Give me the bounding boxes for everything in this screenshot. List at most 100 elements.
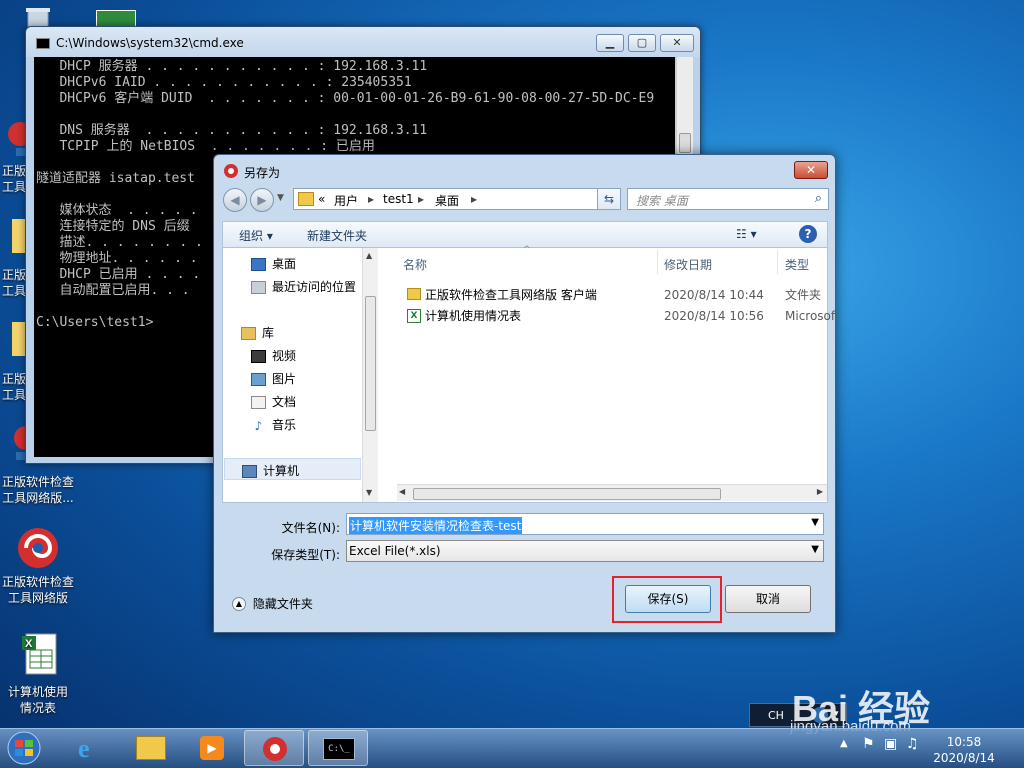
- baidu-watermark: Bai 经验 jingyan.baidu.com: [772, 660, 972, 735]
- desktop-icon-label: 正版软件检查工具网络版...: [1, 475, 74, 505]
- nav-item-documents[interactable]: 文档: [251, 393, 296, 410]
- start-button[interactable]: [4, 730, 44, 766]
- column-header-date[interactable]: 修改日期: [664, 256, 712, 273]
- breadcrumb-desktop[interactable]: 桌面: [435, 192, 459, 209]
- cmd-title: C:\Windows\system32\cmd.exe: [56, 36, 244, 50]
- filetype-select[interactable]: Excel File(*.xls) ▼: [346, 540, 824, 562]
- file-row[interactable]: X 计算机使用情况表 2020/8/14 10:56 Microsof: [407, 307, 835, 325]
- cancel-button[interactable]: 取消: [725, 585, 811, 613]
- column-header-type[interactable]: 类型: [785, 256, 809, 273]
- close-button[interactable]: ✕: [660, 34, 694, 52]
- folder-icon: [136, 736, 166, 760]
- nav-item-videos[interactable]: 视频: [251, 347, 296, 364]
- breadcrumb-test1[interactable]: test1: [383, 192, 414, 206]
- column-divider[interactable]: [777, 250, 778, 274]
- system-tray: ▲ ⚑ ▣ ♫: [840, 736, 930, 760]
- clock-date: 2020/8/14: [933, 751, 995, 765]
- help-icon[interactable]: ?: [799, 225, 817, 243]
- desktop-icon-checker[interactable]: 正版软件检查工具网络版: [1, 526, 75, 606]
- dialog-titlebar[interactable]: 另存为 ✕: [214, 155, 835, 185]
- chevron-down-icon[interactable]: ▼: [811, 517, 819, 528]
- action-center-flag-icon[interactable]: ⚑: [862, 736, 875, 752]
- file-list[interactable]: 名称 修改日期 类型 ^ 正版软件检查工具网络版 客户端 2020/8/14 1…: [387, 245, 835, 502]
- nav-item-music[interactable]: ♪ 音乐: [251, 416, 296, 433]
- new-folder-button[interactable]: 新建文件夹: [307, 227, 367, 244]
- nav-item-recent[interactable]: 最近访问的位置: [251, 278, 356, 295]
- console-line: DNS 服务器 . . . . . . . . . . . : 192.168.…: [36, 123, 428, 138]
- history-dropdown-icon[interactable]: ▼: [277, 193, 284, 203]
- nav-label: 计算机: [263, 464, 300, 478]
- desktop-icon-excel[interactable]: X 计算机使用情况表: [1, 630, 75, 716]
- file-type: Microsof: [785, 309, 836, 323]
- nav-label: 最近访问的位置: [272, 280, 357, 294]
- file-name: 计算机使用情况表: [425, 309, 522, 323]
- command-bar: 组织 ▾ 新建文件夹 ☷ ▾ ?: [222, 221, 828, 247]
- show-hidden-icons-icon[interactable]: ▲: [840, 738, 848, 749]
- browser-pane: 桌面 最近访问的位置 库 视频 图片 文档 ♪ 音乐 计算机 ▲ ▼ 名称 修改…: [222, 245, 835, 503]
- file-list-hscrollbar[interactable]: ◀ ▶: [397, 484, 827, 501]
- taskbar-ie-button[interactable]: e: [62, 730, 122, 766]
- scrollbar-thumb[interactable]: [679, 133, 691, 153]
- volume-icon[interactable]: ♫: [906, 736, 919, 752]
- back-button[interactable]: ◀: [223, 188, 247, 212]
- filename-value: 计算机软件安装情况检查表-test: [349, 517, 523, 534]
- console-line: DHCP 服务器 . . . . . . . . . . . : 192.168…: [36, 59, 428, 74]
- column-divider[interactable]: [657, 250, 658, 274]
- forward-button[interactable]: ▶: [250, 188, 274, 212]
- nav-item-library[interactable]: 库: [241, 324, 274, 341]
- desktop-icon-checker-client[interactable]: 正版软件检查工具网络版...: [1, 474, 75, 506]
- taskbar-clock[interactable]: 10:58 2020/8/14: [924, 734, 1004, 766]
- minimize-button[interactable]: ▁: [596, 34, 624, 52]
- nav-scrollbar[interactable]: ▲ ▼: [362, 248, 378, 502]
- taskbar-media-button[interactable]: ▶: [180, 730, 240, 766]
- nav-item-pictures[interactable]: 图片: [251, 370, 296, 387]
- organize-button[interactable]: 组织 ▾: [239, 227, 273, 244]
- app-swirl-icon: [223, 163, 239, 182]
- nav-label: 音乐: [272, 418, 297, 432]
- hide-folders-toggle[interactable]: ▲ 隐藏文件夹: [232, 595, 313, 612]
- navigation-pane[interactable]: 桌面 最近访问的位置 库 视频 图片 文档 ♪ 音乐 计算机 ▲ ▼: [223, 248, 378, 503]
- breadcrumb-separator-icon[interactable]: ▸: [368, 192, 374, 206]
- search-input[interactable]: 搜索 桌面 ⌕: [627, 188, 829, 210]
- filename-field[interactable]: 计算机软件安装情况检查表-test ▼: [346, 513, 824, 535]
- close-button[interactable]: ✕: [794, 161, 828, 179]
- search-icon[interactable]: ⌕: [815, 191, 822, 206]
- folder-icon: [298, 192, 314, 206]
- recent-places-icon: [251, 281, 266, 294]
- column-header-name[interactable]: 名称: [403, 256, 427, 273]
- dialog-title: 另存为: [244, 166, 281, 180]
- nav-label: 视频: [272, 349, 297, 363]
- nav-label: 文档: [272, 395, 297, 409]
- network-icon[interactable]: ▣: [884, 736, 897, 752]
- svg-text:X: X: [25, 638, 33, 650]
- breadcrumb-users[interactable]: 用户: [334, 192, 358, 209]
- nav-item-desktop[interactable]: 桌面: [251, 255, 296, 272]
- scrollbar-thumb[interactable]: [413, 488, 721, 500]
- scroll-right-icon[interactable]: ▶: [817, 487, 823, 496]
- scroll-up-icon[interactable]: ▲: [366, 251, 372, 260]
- maximize-button[interactable]: ▢: [628, 34, 656, 52]
- scroll-left-icon[interactable]: ◀: [399, 487, 405, 496]
- documents-icon: [251, 396, 266, 409]
- excel-file-icon: X: [16, 630, 60, 680]
- view-options-icon[interactable]: ☷ ▾: [736, 227, 757, 241]
- taskbar-cmd-button[interactable]: C:\_: [308, 730, 368, 766]
- chevron-down-icon[interactable]: ▼: [811, 544, 819, 555]
- save-as-dialog[interactable]: 另存为 ✕ ◀ ▶ ▼ « 用户 ▸ test1 ▸ 桌面 ▸ ▼ ⇆ 搜索 桌…: [213, 154, 836, 633]
- address-bar[interactable]: « 用户 ▸ test1 ▸ 桌面 ▸ ▼: [293, 188, 621, 210]
- refresh-button[interactable]: ⇆: [597, 188, 621, 210]
- taskbar-checker-button[interactable]: [244, 730, 304, 766]
- file-row[interactable]: 正版软件检查工具网络版 客户端 2020/8/14 10:44 文件夹: [407, 286, 827, 304]
- cmd-titlebar[interactable]: C:\Windows\system32\cmd.exe ▁ ▢ ✕: [26, 27, 700, 57]
- hide-folders-label: 隐藏文件夹: [252, 597, 313, 611]
- sort-indicator-icon: ^: [523, 245, 531, 255]
- breadcrumb-separator-icon[interactable]: ▸: [418, 192, 424, 206]
- clock-time: 10:58: [946, 735, 982, 749]
- breadcrumb-separator-icon[interactable]: ▸: [471, 192, 477, 206]
- nav-item-computer[interactable]: 计算机: [224, 458, 361, 480]
- taskbar-explorer-button[interactable]: [120, 730, 180, 766]
- breadcrumb-chevron[interactable]: «: [318, 192, 325, 206]
- scroll-down-icon[interactable]: ▼: [366, 488, 372, 497]
- music-icon: ♪: [254, 419, 263, 433]
- scrollbar-thumb[interactable]: [365, 296, 376, 431]
